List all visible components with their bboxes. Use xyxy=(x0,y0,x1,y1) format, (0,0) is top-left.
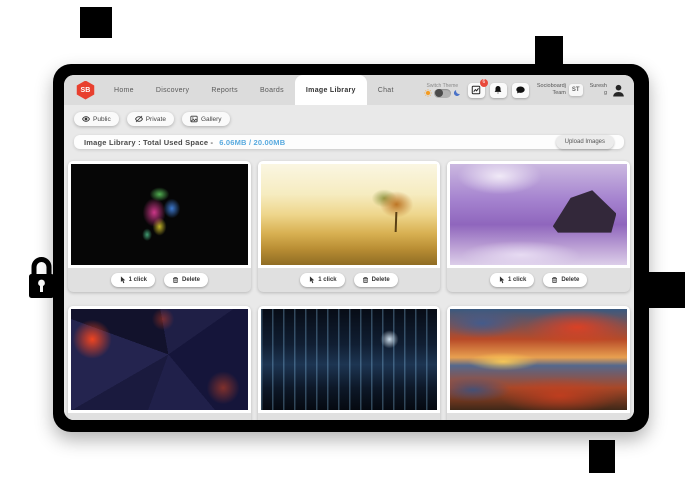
library-image-golden-tree[interactable] xyxy=(261,164,438,265)
theme-toggle-switch[interactable] xyxy=(434,89,451,98)
notifications-bell-button[interactable] xyxy=(490,83,507,98)
padlock-icon xyxy=(28,254,55,300)
library-image-night-city[interactable] xyxy=(261,309,438,410)
activity-chart-button[interactable]: 6 xyxy=(468,83,485,98)
trash-icon xyxy=(172,276,179,284)
trash-icon xyxy=(551,276,558,284)
brand-logo[interactable]: SB xyxy=(76,81,95,100)
theme-switcher: Switch Theme xyxy=(424,83,461,98)
click-pointer-icon xyxy=(119,276,126,284)
click-pointer-icon xyxy=(498,276,505,284)
nav-tabs: Home Discovery Reports Boards Image Libr… xyxy=(103,75,405,105)
sun-icon xyxy=(424,89,432,97)
image-grid: 1 click Delete xyxy=(64,155,634,420)
team-selector[interactable]: Socioboardj Team ST xyxy=(537,83,583,98)
app-content: SB Home Discovery Reports Boards Image L… xyxy=(64,75,634,420)
tab-discovery[interactable]: Discovery xyxy=(145,75,200,105)
decor-black-square xyxy=(80,7,112,38)
storage-usage-panel: Image Library : Total Used Space - 6.06M… xyxy=(74,135,624,149)
click-pointer-icon xyxy=(308,276,315,284)
eye-icon xyxy=(82,115,90,123)
library-image-skull-art[interactable] xyxy=(71,164,248,265)
moon-icon xyxy=(453,89,461,97)
image-card-sunset xyxy=(447,306,630,420)
visibility-filters: Public Private xyxy=(64,105,634,132)
tab-chat[interactable]: Chat xyxy=(367,75,405,105)
image-card-tree: 1 click Delete xyxy=(258,161,441,292)
tab-reports[interactable]: Reports xyxy=(200,75,249,105)
library-image-sunset-clouds[interactable] xyxy=(450,309,627,410)
delete-button[interactable]: Delete xyxy=(164,273,208,287)
library-image-red-abstract[interactable] xyxy=(71,309,248,410)
image-card-skull: 1 click Delete xyxy=(68,161,251,292)
tab-boards[interactable]: Boards xyxy=(249,75,295,105)
upload-images-button[interactable]: Upload Images xyxy=(556,135,614,149)
image-card-city xyxy=(258,306,441,420)
app-window-frame: SB Home Discovery Reports Boards Image L… xyxy=(53,64,649,432)
one-click-button[interactable]: 1 click xyxy=(490,273,534,287)
filter-private-button[interactable]: Private xyxy=(127,112,174,126)
main-content: Public Private xyxy=(64,105,634,420)
filter-public-button[interactable]: Public xyxy=(74,112,119,126)
delete-button[interactable]: Delete xyxy=(354,273,398,287)
user-name: Suresh g xyxy=(590,83,607,98)
navbar-right-cluster: Switch Theme xyxy=(424,82,626,98)
decor-black-square xyxy=(589,440,615,473)
page-canvas: { "brand": { "logo_text": "SB", "logo_co… xyxy=(0,0,700,500)
one-click-button[interactable]: 1 click xyxy=(111,273,155,287)
trash-icon xyxy=(362,276,369,284)
image-icon xyxy=(190,115,198,123)
decor-black-square xyxy=(648,272,685,308)
image-card-sea: 1 click Delete xyxy=(447,161,630,292)
user-avatar-icon xyxy=(610,82,626,98)
top-navbar: SB Home Discovery Reports Boards Image L… xyxy=(64,75,634,105)
decor-black-square xyxy=(535,36,563,65)
storage-label: Image Library : Total Used Space - xyxy=(84,138,213,147)
delete-button[interactable]: Delete xyxy=(543,273,587,287)
storage-usage-value: 6.06MB / 20.00MB xyxy=(219,138,285,147)
chat-messages-button[interactable] xyxy=(512,83,529,98)
one-click-button[interactable]: 1 click xyxy=(300,273,344,287)
tab-image-library[interactable]: Image Library xyxy=(295,75,367,105)
filter-gallery-button[interactable]: Gallery xyxy=(182,112,230,126)
user-menu[interactable]: Suresh g xyxy=(590,82,626,98)
tab-home[interactable]: Home xyxy=(103,75,145,105)
team-name: Socioboardj Team xyxy=(537,83,566,98)
toggle-knob xyxy=(435,89,443,97)
image-card-abstract xyxy=(68,306,251,420)
library-image-purple-sea[interactable] xyxy=(450,164,627,265)
team-initials-badge: ST xyxy=(569,84,583,96)
eye-off-icon xyxy=(135,115,143,123)
notification-count-badge: 6 xyxy=(480,79,488,87)
